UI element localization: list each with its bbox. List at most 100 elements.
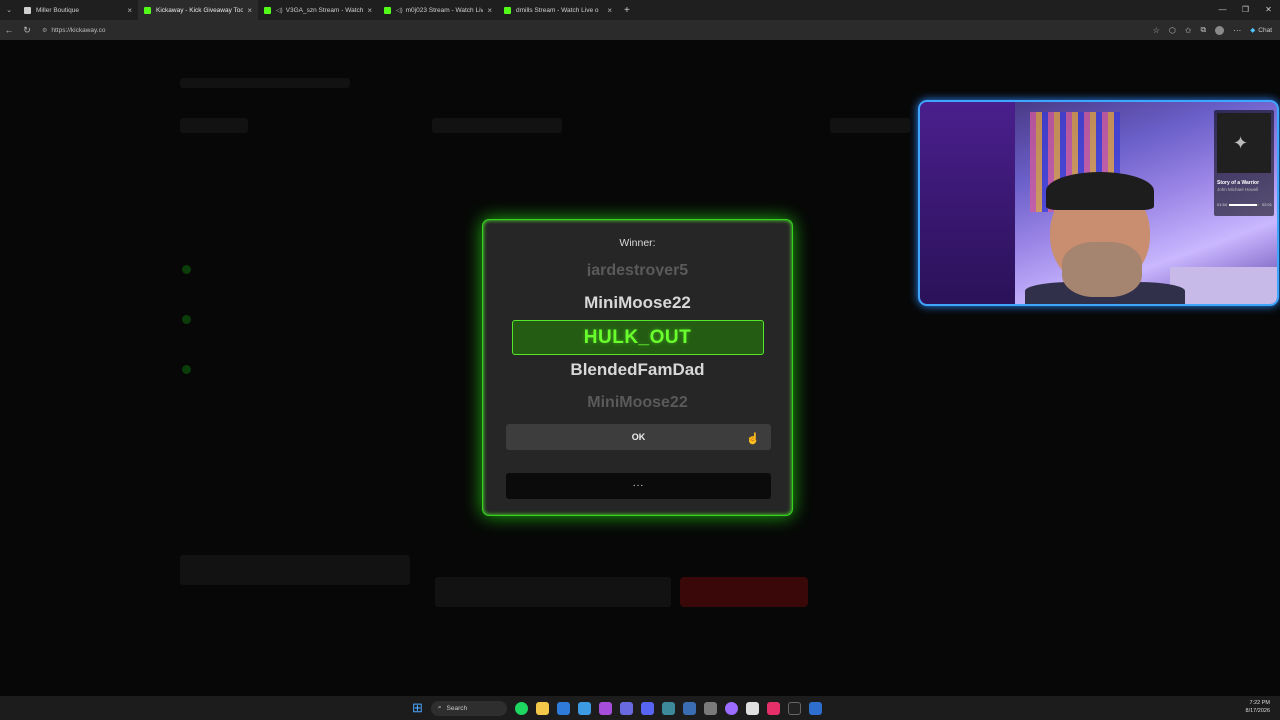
site-info-icon[interactable]: ⚙ [42,27,47,34]
close-window-icon[interactable]: ✕ [1257,0,1280,20]
browser-tab-strip: ⌄ Miller Boutique × Kickaway - Kick Give… [0,0,1280,20]
clock-date: 8/17/2026 [1245,708,1270,714]
taskbar-search[interactable]: ⌕ Search [430,700,507,716]
collections-icon[interactable]: ⧉ [1201,25,1207,35]
tab-label: m0j023 Stream - Watch Live o [405,6,484,14]
background-toggle [182,265,191,274]
tiktok-live-icon[interactable] [766,701,780,715]
tab-label: Miller Boutique [36,6,79,14]
background-participants-heading [432,118,562,133]
background-settings-heading [180,118,248,133]
speaker-icon[interactable]: ◁) [276,7,283,14]
now-playing-widget: ✦ Story of a Warrior John Michael Howell… [1214,110,1274,216]
code-icon[interactable] [661,701,675,715]
taskbar: ⊞ ⌕ Search 7:22 PM 8/17/2026 [0,696,1280,720]
chat-button[interactable]: ◆ Chat [1250,26,1272,35]
tab-label: V3GA_szn Stream - Watch Live [285,6,364,14]
close-icon[interactable]: × [127,6,132,15]
tab-v3ga-stream[interactable]: ◁) V3GA_szn Stream - Watch Live × [258,0,378,20]
extensions-icon[interactable]: ⬡ [1169,26,1176,35]
app-icon[interactable] [808,701,822,715]
tab-search-icon[interactable]: ⌄ [0,6,18,14]
url-field[interactable]: ⚙ https://kickaway.co [42,27,105,34]
app-icon[interactable] [724,701,738,715]
grid-app-icon[interactable] [619,701,633,715]
album-art-icon: ✦ [1233,133,1249,153]
track-progress-fill [1229,204,1258,206]
kick-favicon-icon [144,6,151,14]
close-icon[interactable]: × [367,6,372,15]
background-toggle [182,365,191,374]
tab-miller-boutique[interactable]: Miller Boutique × [18,0,138,20]
search-icon: ⌕ [437,704,442,711]
chat-label: Chat [1258,26,1272,34]
roll-name-above-1: MiniMoose22 [584,293,691,312]
copilot-icon: ◆ [1250,27,1256,34]
webcam-background-wall [920,102,1015,304]
winner-name: HULK_OUT [583,327,692,348]
speaker-icon[interactable]: ◁) [396,7,403,14]
browser-icon[interactable] [577,701,591,715]
discord-icon[interactable] [640,701,654,715]
toolbar-right: ☆ ⬡ ✩ ⧉ ⋯ ◆ Chat [1153,20,1272,40]
tab-kickaway[interactable]: Kickaway - Kick Giveaway Tool × [138,0,258,20]
roll-name-below-1: BlendedFamDad [570,360,705,379]
tab-label: dmills Stream - Watch Live o [516,6,599,14]
tab-m0j023-stream[interactable]: ◁) m0j023 Stream - Watch Live o × [378,0,498,20]
tab-label: Kickaway - Kick Giveaway Tool [156,6,244,14]
webcam-bed [1170,267,1277,304]
search-label: Search [446,704,468,712]
track-artist: John Michael Howell [1217,187,1259,192]
app-icon[interactable] [682,701,696,715]
winner-label: Winner: [619,237,656,249]
file-explorer-icon[interactable] [535,701,549,715]
webcam-person-beard [1062,242,1142,297]
reload-icon[interactable]: ↻ [18,25,36,36]
close-icon[interactable]: × [247,6,252,15]
background-header [180,78,350,88]
restore-icon[interactable]: ❐ [1234,0,1257,20]
roll-name-above-2: jardestroyer5 [586,262,689,276]
minimize-icon[interactable]: — [1211,0,1234,20]
spotify-icon[interactable] [514,701,528,715]
kick-favicon-icon [264,6,271,14]
windows-start-icon[interactable]: ⊞ [412,700,423,716]
window-controls: — ❐ ✕ [1211,0,1280,20]
favicon-icon [24,6,31,14]
profile-avatar[interactable] [1215,25,1225,35]
hand-cursor-icon: ☝ [746,433,760,445]
edge-icon[interactable] [556,701,570,715]
app-icon[interactable] [598,701,612,715]
background-red-button [680,577,808,607]
close-icon[interactable]: × [607,6,612,15]
tiktok-icon[interactable] [787,701,801,715]
kick-favicon-icon [504,6,511,14]
background-toggle [182,315,191,324]
track-progress-bar [1229,204,1259,206]
address-bar: ← ↻ ⚙ https://kickaway.co ☆ ⬡ ✩ ⧉ ⋯ ◆ Ch… [0,20,1280,40]
url-text: https://kickaway.co [51,26,106,34]
favorites-icon[interactable]: ✩ [1185,26,1192,35]
background-button [435,577,671,607]
taskbar-clock[interactable]: 7:22 PM 8/17/2026 [1246,699,1270,715]
more-button[interactable]: ... [506,473,771,499]
camera-app-icon[interactable] [703,701,717,715]
track-time-total: 02:01 [1261,202,1272,207]
winner-dialog: Winner: jardestroyer5 MiniMoose22 HULK_O… [482,219,793,516]
webcam-person-cap [1046,172,1154,210]
album-art: ✦ [1217,113,1271,173]
bookmark-star-icon[interactable]: ☆ [1153,26,1160,35]
obs-icon[interactable] [745,701,759,715]
background-winners-heading [830,118,910,133]
new-tab-icon[interactable]: + [624,5,630,16]
clock-time: 7:22 PM [1249,700,1270,706]
back-icon[interactable]: ← [0,25,18,35]
track-title: Story of a Warrior [1217,180,1260,186]
ok-button[interactable]: OK [506,424,771,450]
more-menu-icon[interactable]: ⋯ [1233,26,1241,35]
close-icon[interactable]: × [487,6,492,15]
roll-name-below-2: MiniMoose22 [587,394,688,408]
kick-favicon-icon [384,6,391,14]
webcam-overlay: ✦ Story of a Warrior John Michael Howell… [918,100,1279,306]
tab-dmills-stream[interactable]: dmills Stream - Watch Live o × [498,0,618,20]
